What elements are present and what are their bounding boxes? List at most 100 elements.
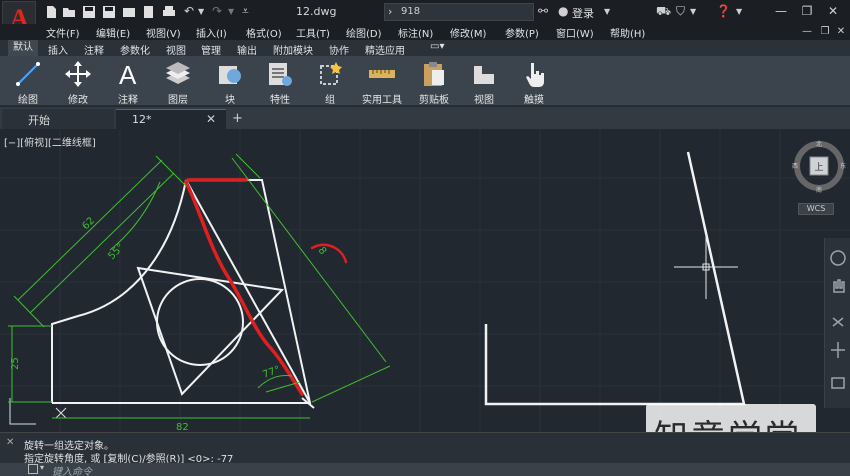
ribbon-button-view[interactable]: 视图 <box>460 58 508 106</box>
menu-format[interactable]: 格式(O) <box>246 25 282 40</box>
ribbon-button-utilities[interactable]: 实用工具 <box>356 58 408 106</box>
search-input[interactable]: › 918 <box>384 3 534 21</box>
tab-annotate[interactable]: 注释 <box>84 42 104 57</box>
inscribed-circle <box>156 278 244 366</box>
user-icon[interactable]: ● <box>558 4 568 18</box>
menu-help[interactable]: 帮助(H) <box>610 25 645 40</box>
ribbon-button-properties[interactable]: 特性 <box>256 58 304 106</box>
menu-view[interactable]: 视图(V) <box>146 25 181 40</box>
doc-minimize-icon[interactable]: — <box>800 25 814 39</box>
minimize-icon[interactable]: — <box>774 4 788 18</box>
orbit-icon[interactable] <box>831 342 845 358</box>
wcs-menu[interactable]: WCS <box>798 203 834 215</box>
viewcube-north-label[interactable]: 北 <box>816 140 822 148</box>
ribbon-button-label: 图层 <box>168 95 188 106</box>
ribbon-button-layers[interactable]: 图层 <box>154 58 202 106</box>
menu-edit[interactable]: 编辑(E) <box>96 25 130 40</box>
close-icon[interactable]: ✕ <box>6 437 14 448</box>
save-as-icon[interactable] <box>102 5 116 19</box>
login-button[interactable]: 登录 <box>572 5 594 21</box>
viewcube-top-label[interactable]: 上 <box>814 162 823 173</box>
tab-featured-apps[interactable]: 精选应用 <box>365 42 405 57</box>
command-input-placeholder: 键入命令 <box>52 467 92 476</box>
dimensions <box>8 153 391 419</box>
ribbon-button-modify[interactable]: 修改 <box>54 58 102 106</box>
tab-output[interactable]: 输出 <box>237 42 257 57</box>
tab-manage[interactable]: 管理 <box>201 42 221 57</box>
ribbon-button-annotate[interactable]: A 注释 <box>104 58 152 106</box>
open-web-icon[interactable] <box>122 5 136 19</box>
chevron-down-icon[interactable]: ▼ <box>690 7 696 16</box>
ribbon-panel: 绘图 修改 A 注释 图层 块 特性 组 实用工具 剪贴板 视图 触摸 <box>0 56 850 106</box>
new-file-icon[interactable] <box>44 5 58 19</box>
close-icon[interactable]: ✕ <box>826 4 840 18</box>
tab-default[interactable]: 默认 <box>8 40 38 56</box>
move-icon <box>65 61 91 87</box>
dimension-labels: 62 55° 8 25 82 77° <box>10 215 328 432</box>
navigation-icons <box>830 250 846 389</box>
restore-icon[interactable]: ❐ <box>800 4 814 18</box>
tab-addins[interactable]: 附加模块 <box>273 42 313 57</box>
menu-parameter[interactable]: 参数(P) <box>505 25 539 40</box>
drawing-svg: 62 55° 8 25 82 77° <box>0 130 850 432</box>
drawing-canvas[interactable]: 62 55° 8 25 82 77° [−][俯视][二维线框] <box>0 130 850 432</box>
customize-quick-access-icon[interactable]: ⩡ <box>242 4 249 19</box>
undo-icon[interactable]: ↶ <box>184 4 194 18</box>
redo-icon[interactable]: ↷ <box>212 4 222 18</box>
doc-restore-icon[interactable]: ❐ <box>818 25 832 39</box>
ribbon-toggle-icon[interactable]: ▭▾ <box>430 41 444 52</box>
tab-insert[interactable]: 插入 <box>48 42 68 57</box>
ribbon-button-block[interactable]: 块 <box>206 58 254 106</box>
open-folder-icon[interactable] <box>62 5 76 19</box>
viewcube-west-label[interactable]: 西 <box>792 163 798 170</box>
cart-icon[interactable]: ⛟ <box>656 4 671 20</box>
tab-collaborate[interactable]: 协作 <box>329 42 349 57</box>
showmotion-icon[interactable] <box>831 377 845 389</box>
menu-dimension[interactable]: 标注(N) <box>398 25 433 40</box>
zoom-icon[interactable] <box>832 317 844 327</box>
menu-window[interactable]: 窗口(W) <box>556 25 594 40</box>
tab-view[interactable]: 视图 <box>166 42 186 57</box>
tab-parametric[interactable]: 参数化 <box>120 42 150 57</box>
viewport-controls-label[interactable]: [−][俯视][二维线框] <box>4 134 96 149</box>
chevron-down-icon[interactable]: ▼ <box>736 7 742 16</box>
file-tab-label: 12* <box>132 113 152 126</box>
autodesk-app-icon[interactable]: ⛉ <box>676 4 685 19</box>
ribbon-button-touch[interactable]: 触摸 <box>510 58 558 106</box>
help-icon[interactable]: ❓ <box>716 4 731 18</box>
viewcube-east-label[interactable]: 东 <box>840 162 846 170</box>
menu-draw[interactable]: 绘图(D) <box>346 25 382 40</box>
ribbon-button-label: 触摸 <box>524 95 544 106</box>
chevron-down-icon[interactable]: ▼ <box>228 7 234 16</box>
close-icon[interactable]: ✕ <box>206 112 216 126</box>
rotated-geometry <box>484 151 746 406</box>
binoculars-icon[interactable]: ⚯ <box>538 4 548 18</box>
ribbon-button-group[interactable]: 组 <box>306 58 354 106</box>
viewcube[interactable]: 上 北 南 东 西 <box>790 140 848 198</box>
menu-insert[interactable]: 插入(I) <box>196 25 227 40</box>
pan-icon[interactable] <box>833 279 845 293</box>
file-tab-start[interactable]: 开始 <box>2 109 114 129</box>
steering-wheel-icon[interactable] <box>830 250 846 266</box>
plot-icon[interactable] <box>162 5 176 19</box>
chevron-down-icon[interactable]: ▾ <box>40 463 44 472</box>
file-tab-current[interactable]: 12* ✕ <box>116 109 226 129</box>
command-prompt-icon[interactable] <box>28 464 38 474</box>
command-input[interactable]: ▾ 键入命令 <box>0 463 850 476</box>
menu-bar: 文件(F) 编辑(E) 视图(V) 插入(I) 格式(O) 工具(T) 绘图(D… <box>0 24 850 40</box>
new-tab-plus-icon[interactable]: + <box>232 111 243 126</box>
menu-file[interactable]: 文件(F) <box>46 25 80 40</box>
search-input-value: 918 <box>401 6 421 17</box>
chevron-down-icon[interactable]: ▼ <box>604 7 610 16</box>
menu-modify[interactable]: 修改(M) <box>450 25 486 40</box>
save-web-icon[interactable] <box>142 5 156 19</box>
ribbon-button-label: 注释 <box>118 95 138 106</box>
doc-close-icon[interactable]: ✕ <box>834 25 848 39</box>
viewcube-south-label[interactable]: 南 <box>816 186 822 194</box>
line-icon <box>16 62 40 86</box>
chevron-down-icon[interactable]: ▼ <box>198 7 204 16</box>
ribbon-button-draw[interactable]: 绘图 <box>4 58 52 106</box>
ribbon-button-clipboard[interactable]: 剪贴板 <box>410 58 458 106</box>
save-icon[interactable] <box>82 5 96 19</box>
menu-tools[interactable]: 工具(T) <box>296 25 330 40</box>
